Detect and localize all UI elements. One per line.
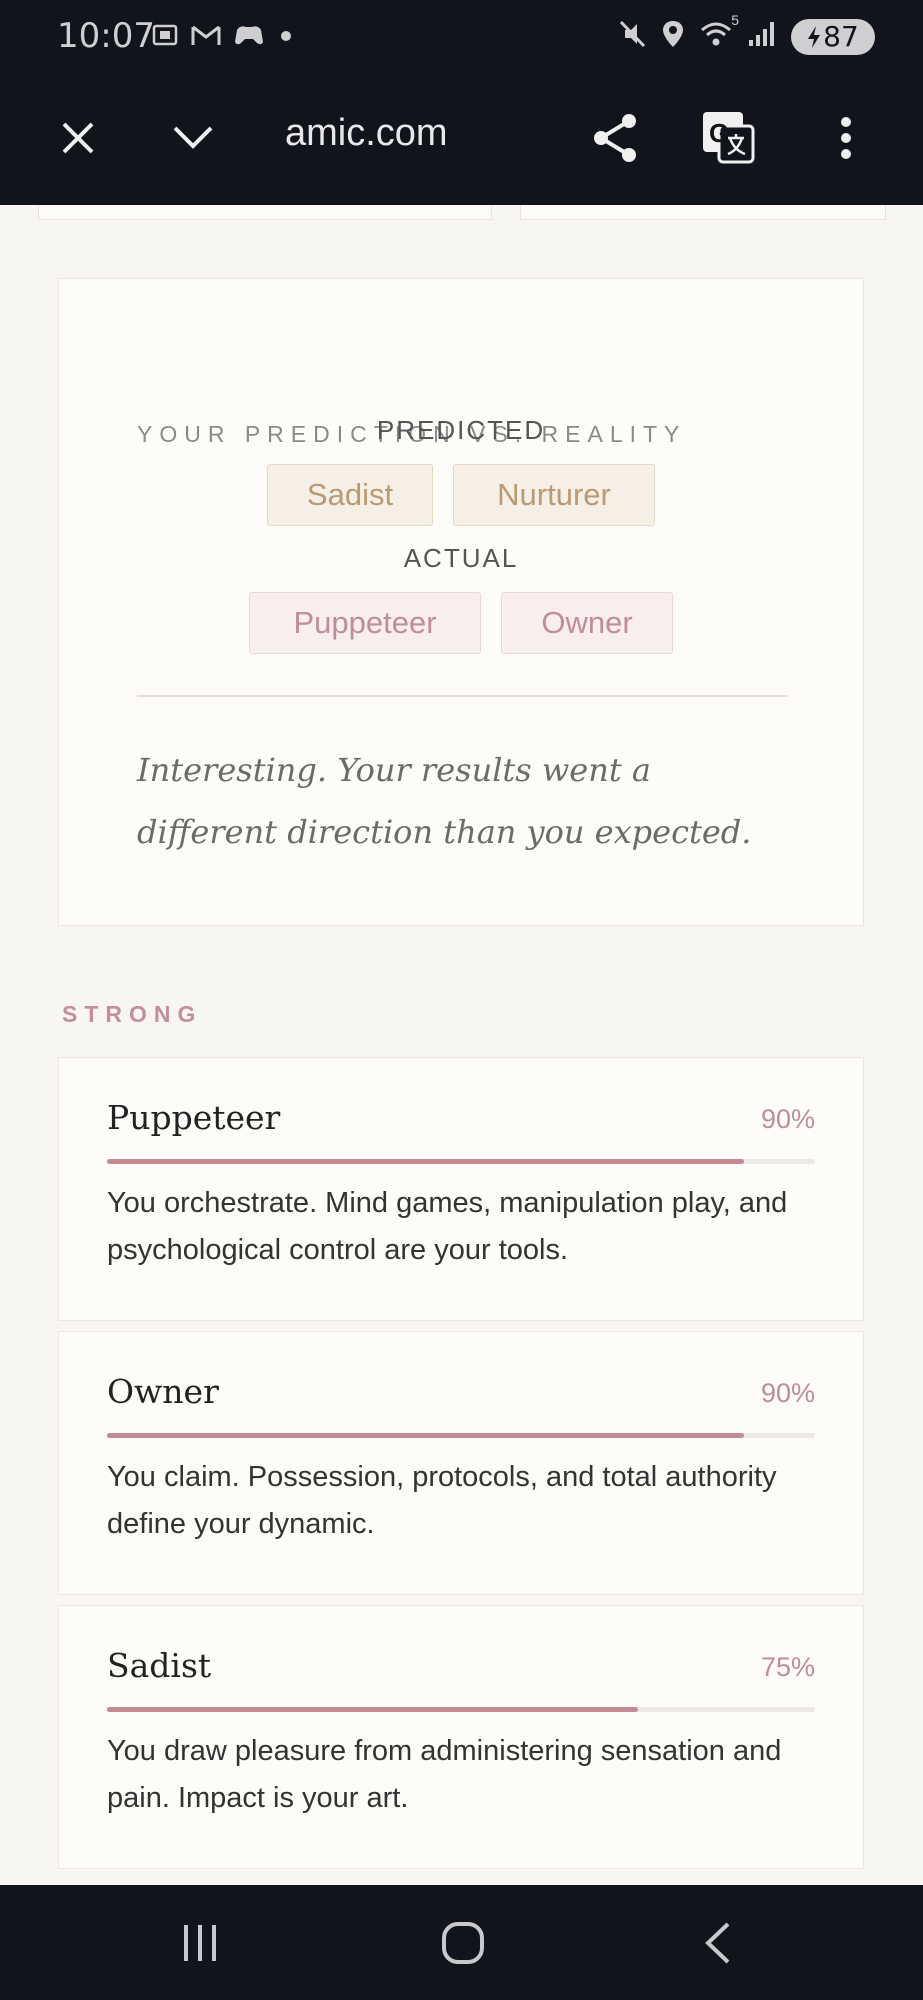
archetype-description: You claim. Possession, protocols, and to… [107,1461,777,1540]
recents-button[interactable] [168,1915,232,1971]
previous-card-right [520,205,886,220]
progress-fill [107,1707,638,1712]
card-divider [137,695,787,697]
wifi-label: 5 [731,12,739,28]
archetype-card: Sadist 75% You draw pleasure from admini… [58,1605,864,1869]
back-button[interactable] [690,1915,746,1971]
wifi-icon: 5 [699,12,739,55]
progress-fill [107,1159,745,1164]
gmail-icon [190,20,222,50]
url-text[interactable]: amic.com [285,112,448,155]
translate-button[interactable]: G [700,108,758,168]
status-time: 10:07 [57,16,155,56]
close-button[interactable] [52,112,104,164]
dot-icon [276,20,296,50]
back-icon [705,1922,730,1964]
actual-chips: Puppeteer Owner [59,592,863,654]
home-button[interactable] [428,1915,498,1971]
archetype-name: Owner [107,1372,219,1411]
mute-icon [617,18,647,55]
share-icon [594,114,636,162]
actual-chip: Owner [501,592,673,654]
svg-text:G: G [709,118,729,148]
previous-card-left [38,205,492,220]
battery-indicator: 87 [791,18,875,55]
predicted-chips: Sadist Nurturer [59,464,863,526]
progress-track [107,1159,815,1164]
close-icon [62,122,94,154]
progress-fill [107,1433,745,1438]
recents-icon [184,1925,216,1961]
more-options-button[interactable] [826,108,866,168]
archetype-percent: 90% [760,1378,815,1408]
archetype-name: Sadist [107,1646,212,1685]
archetype-card: Owner 90% You claim. Possession, protoco… [58,1331,864,1595]
status-right-icons: 5 87 [617,12,875,55]
archetype-description: You draw pleasure from administering sen… [107,1735,782,1814]
archetype-percent: 90% [760,1104,815,1134]
actual-chip: Puppeteer [249,592,481,654]
battery-level: 87 [823,20,859,53]
verdict-text: Interesting. Your results went a differe… [137,751,752,851]
minimize-button[interactable] [166,112,220,164]
browser-toolbar: amic.com G [0,72,923,205]
archetype-description: You orchestrate. Mind games, manipulatio… [107,1187,788,1266]
game-controller-icon [232,20,266,50]
progress-track [107,1707,815,1712]
system-nav-bar [0,1885,923,2000]
status-left-icons [150,20,296,50]
page-content[interactable]: YOUR PREDICTION VS. REALITY PREDICTED Sa… [0,205,923,1885]
archetype-card: Puppeteer 90% You orchestrate. Mind game… [58,1057,864,1321]
translate-icon: G [703,112,755,164]
status-bar: 10:07 5 87 [0,0,923,72]
predicted-label: PREDICTED [376,415,546,445]
signal-icon [747,18,777,55]
share-button[interactable] [588,108,644,168]
location-icon [661,18,685,55]
chevron-down-icon [173,126,213,149]
progress-track [107,1433,815,1438]
actual-label: ACTUAL [403,543,519,573]
archetype-percent: 75% [760,1652,815,1682]
predicted-chip: Sadist [267,464,433,526]
archetype-name: Puppeteer [107,1098,281,1137]
charging-icon [808,25,821,48]
prediction-card: YOUR PREDICTION VS. REALITY PREDICTED Sa… [58,278,864,926]
predicted-chip: Nurturer [453,464,655,526]
home-icon [442,1922,484,1964]
screenshot-icon [150,20,180,50]
section-title-strong: STRONG [62,1001,203,1027]
more-vert-icon [841,117,851,159]
